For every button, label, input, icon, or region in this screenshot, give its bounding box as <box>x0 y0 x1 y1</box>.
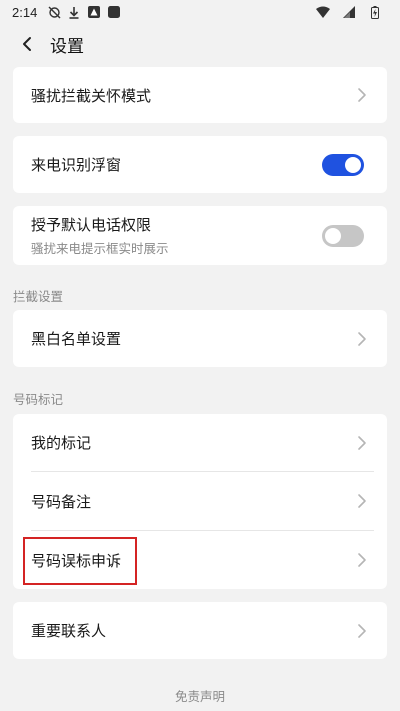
battery-icon <box>368 5 382 19</box>
card-harass-mode: 骚扰拦截关怀模式 <box>13 67 387 123</box>
chevron-right-icon <box>358 553 366 567</box>
caller-id-float-toggle[interactable] <box>322 153 364 176</box>
signal-icon <box>342 5 356 19</box>
wifi-icon <box>316 5 330 19</box>
card-default-phone: 授予默认电话权限 骚扰来电提示框实时展示 <box>13 206 387 265</box>
number-note-label: 号码备注 <box>31 492 92 511</box>
blackwhite-row[interactable]: 黑白名单设置 <box>13 310 387 367</box>
default-phone-label: 授予默认电话权限 <box>31 216 152 234</box>
chevron-right-icon <box>358 623 366 638</box>
card-blackwhite: 黑白名单设置 <box>13 310 387 367</box>
section-title-intercept: 拦截设置 <box>13 289 64 304</box>
default-phone-toggle[interactable] <box>322 224 364 247</box>
card-important-contacts: 重要联系人 <box>13 602 387 659</box>
my-marks-row[interactable]: 我的标记 <box>13 414 387 471</box>
app-header: 设置 <box>0 24 400 64</box>
default-phone-row: 授予默认电话权限 骚扰来电提示框实时展示 <box>13 206 387 265</box>
number-note-row[interactable]: 号码备注 <box>13 472 387 530</box>
chevron-right-icon <box>358 494 366 508</box>
status-bar: 2:14 <box>0 0 400 24</box>
disclaimer-link[interactable]: 免责声明 <box>0 686 400 705</box>
default-phone-subtitle: 骚扰来电提示框实时展示 <box>31 241 169 256</box>
card-caller-id-float: 来电识别浮窗 <box>13 136 387 193</box>
chevron-right-icon <box>358 331 366 346</box>
toggle-knob <box>325 227 341 244</box>
back-arrow-icon <box>23 37 31 51</box>
harass-mode-row[interactable]: 骚扰拦截关怀模式 <box>13 67 387 123</box>
important-contacts-row[interactable]: 重要联系人 <box>13 602 387 659</box>
highlight-annotation-box <box>23 537 137 585</box>
page-title: 设置 <box>50 36 84 57</box>
blackwhite-label: 黑白名单设置 <box>31 330 122 348</box>
caller-id-float-label: 来电识别浮窗 <box>31 156 122 174</box>
status-time: 2:14 <box>12 4 38 20</box>
harass-mode-label: 骚扰拦截关怀模式 <box>31 86 152 105</box>
chevron-right-icon <box>358 435 366 450</box>
important-contacts-label: 重要联系人 <box>31 622 107 640</box>
back-button[interactable] <box>12 29 42 59</box>
download-icon <box>67 5 81 19</box>
caller-id-float-row: 来电识别浮窗 <box>13 136 387 193</box>
sync-off-icon <box>47 5 61 19</box>
toggle-knob <box>345 156 361 173</box>
section-title-number-mark: 号码标记 <box>13 392 64 407</box>
my-marks-label: 我的标记 <box>31 434 92 452</box>
chevron-right-icon <box>358 88 366 102</box>
app-a-icon <box>87 5 101 19</box>
app-square-icon <box>107 5 121 19</box>
